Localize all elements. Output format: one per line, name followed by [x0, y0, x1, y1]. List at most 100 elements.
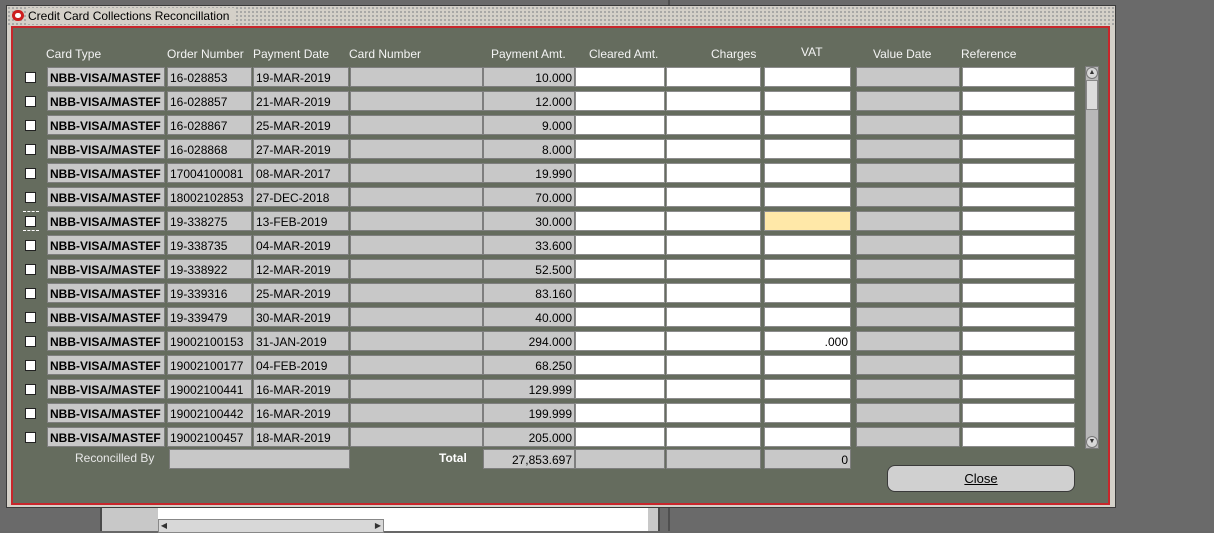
charges-input[interactable]	[666, 235, 761, 255]
vat-input[interactable]: .000	[764, 331, 851, 351]
charges-input[interactable]	[666, 331, 761, 351]
scroll-up-icon[interactable]: ▲	[1086, 67, 1098, 79]
reference-input[interactable]	[962, 259, 1075, 279]
card-type-field: NBB-VISA/MASTEF	[47, 427, 165, 447]
charges-input[interactable]	[666, 379, 761, 399]
scroll-down-icon[interactable]: ▼	[1086, 436, 1098, 448]
cleared-amt-input[interactable]	[575, 91, 665, 111]
reference-input[interactable]	[962, 91, 1075, 111]
cleared-amt-input[interactable]	[575, 139, 665, 159]
cleared-amt-input[interactable]	[575, 115, 665, 135]
row-select-checkbox[interactable]	[25, 120, 36, 131]
row-select-checkbox[interactable]	[25, 192, 36, 203]
scroll-right-icon[interactable]: ▶	[373, 520, 383, 532]
reference-input[interactable]	[962, 187, 1075, 207]
close-button[interactable]: Close	[887, 465, 1075, 492]
reference-input[interactable]	[962, 163, 1075, 183]
reference-input[interactable]	[962, 115, 1075, 135]
charges-input[interactable]	[666, 211, 761, 231]
cleared-amt-input[interactable]	[575, 427, 665, 447]
vat-input[interactable]	[764, 259, 851, 279]
row-select-checkbox[interactable]	[25, 360, 36, 371]
charges-input[interactable]	[666, 115, 761, 135]
charges-input[interactable]	[666, 163, 761, 183]
vat-input[interactable]	[764, 91, 851, 111]
reference-input[interactable]	[962, 355, 1075, 375]
charges-input[interactable]	[666, 307, 761, 327]
reference-input[interactable]	[962, 67, 1075, 87]
cleared-amt-input[interactable]	[575, 235, 665, 255]
cleared-amt-input[interactable]	[575, 283, 665, 303]
card-number-field	[350, 139, 483, 159]
row-select-checkbox[interactable]	[25, 72, 36, 83]
vertical-scrollbar[interactable]: ▲ ▼	[1085, 66, 1099, 449]
vat-input[interactable]	[764, 139, 851, 159]
vat-input[interactable]	[764, 211, 851, 231]
reference-input[interactable]	[962, 379, 1075, 399]
cleared-amt-input[interactable]	[575, 403, 665, 423]
payment-date-field: 04-MAR-2019	[253, 235, 349, 255]
vat-input[interactable]	[764, 163, 851, 183]
row-select-checkbox[interactable]	[25, 384, 36, 395]
reference-input[interactable]	[962, 307, 1075, 327]
total-label: Total	[439, 451, 467, 465]
vat-input[interactable]	[764, 187, 851, 207]
scroll-left-icon[interactable]: ◀	[159, 520, 169, 532]
title-bar[interactable]: Credit Card Collections Reconcillation	[7, 6, 1115, 26]
row-select-checkbox[interactable]	[25, 144, 36, 155]
vat-input[interactable]	[764, 403, 851, 423]
cleared-amt-input[interactable]	[575, 355, 665, 375]
payment-date-field: 25-MAR-2019	[253, 115, 349, 135]
cleared-amt-input[interactable]	[575, 187, 665, 207]
scrollbar-thumb[interactable]	[1086, 80, 1098, 110]
cleared-amt-input[interactable]	[575, 307, 665, 327]
vat-input[interactable]	[764, 115, 851, 135]
row-select-checkbox[interactable]	[25, 408, 36, 419]
reference-input[interactable]	[962, 211, 1075, 231]
table-row: NBB-VISA/MASTEF 19002100153 31-JAN-2019 294…	[13, 330, 1093, 354]
row-select-checkbox[interactable]	[25, 432, 36, 443]
vat-input[interactable]	[764, 235, 851, 255]
row-select-checkbox[interactable]	[25, 240, 36, 251]
row-select-checkbox[interactable]	[25, 216, 36, 227]
row-select-checkbox[interactable]	[25, 336, 36, 347]
row-select-checkbox[interactable]	[25, 288, 36, 299]
charges-input[interactable]	[666, 283, 761, 303]
header-cleared-amt: Cleared Amt.	[589, 47, 659, 61]
cleared-amt-input[interactable]	[575, 67, 665, 87]
charges-input[interactable]	[666, 403, 761, 423]
reference-input[interactable]	[962, 331, 1075, 351]
reference-input[interactable]	[962, 235, 1075, 255]
card-number-field	[350, 211, 483, 231]
row-select-checkbox[interactable]	[25, 312, 36, 323]
charges-input[interactable]	[666, 139, 761, 159]
cleared-amt-input[interactable]	[575, 163, 665, 183]
row-select-checkbox[interactable]	[25, 168, 36, 179]
reference-input[interactable]	[962, 139, 1075, 159]
charges-input[interactable]	[666, 187, 761, 207]
cleared-amt-input[interactable]	[575, 331, 665, 351]
order-number-field: 19002100457	[167, 427, 252, 447]
reference-input[interactable]	[962, 403, 1075, 423]
vat-input[interactable]	[764, 67, 851, 87]
vat-input[interactable]	[764, 379, 851, 399]
payment-date-field: 25-MAR-2019	[253, 283, 349, 303]
row-select-checkbox[interactable]	[25, 264, 36, 275]
vat-input[interactable]	[764, 427, 851, 447]
cleared-amt-input[interactable]	[575, 211, 665, 231]
vat-input[interactable]	[764, 307, 851, 327]
vat-input[interactable]	[764, 283, 851, 303]
row-select-checkbox[interactable]	[25, 96, 36, 107]
charges-input[interactable]	[666, 91, 761, 111]
cleared-amt-input[interactable]	[575, 259, 665, 279]
charges-input[interactable]	[666, 427, 761, 447]
header-payment-date: Payment Date	[253, 47, 330, 61]
charges-input[interactable]	[666, 355, 761, 375]
charges-input[interactable]	[666, 67, 761, 87]
reference-input[interactable]	[962, 427, 1075, 447]
charges-input[interactable]	[666, 259, 761, 279]
vat-input[interactable]	[764, 355, 851, 375]
cleared-amt-input[interactable]	[575, 379, 665, 399]
reference-input[interactable]	[962, 283, 1075, 303]
table-row: NBB-VISA/MASTEF 19-338275 13-FEB-2019 30.00…	[13, 210, 1093, 234]
